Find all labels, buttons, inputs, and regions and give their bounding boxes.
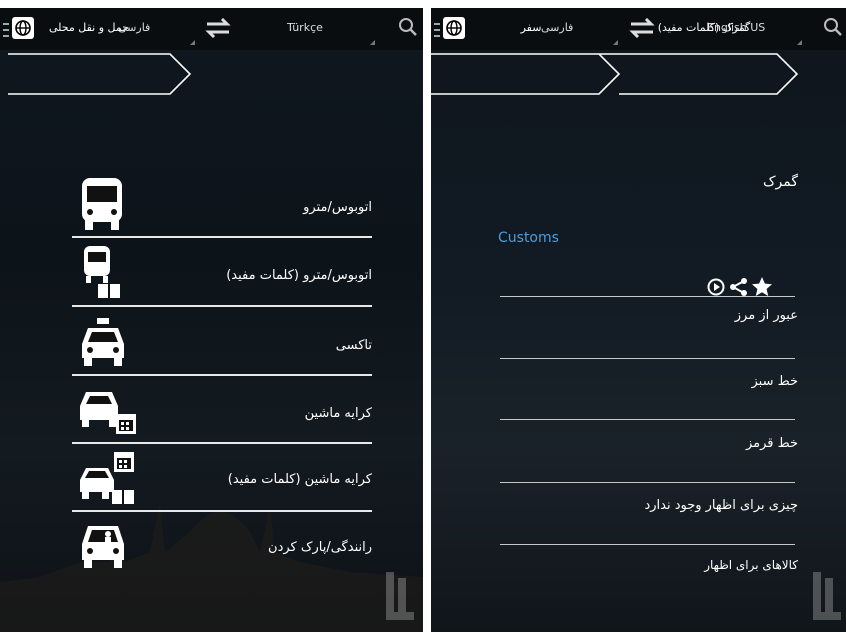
menu-item-label: رانندگی/پارک کردن (268, 540, 372, 555)
bus-icon (82, 178, 122, 230)
bus-book-icon (84, 246, 120, 298)
divider (72, 236, 372, 238)
divider (500, 419, 795, 420)
divider (72, 305, 372, 307)
phrase-actions (703, 276, 793, 298)
menu-item-car-rental[interactable]: کرایه ماشین (72, 378, 372, 442)
watermark-logo (813, 572, 841, 620)
phrase-heading: گمرک (762, 174, 798, 190)
swap-languages-icon[interactable] (203, 18, 233, 38)
play-icon[interactable] (707, 278, 725, 296)
phrase-item[interactable]: عبور از مرز (735, 308, 798, 323)
breadcrumb-item[interactable]: حمل و نقل محلی (14, 21, 164, 34)
breadcrumb[interactable] (431, 52, 801, 96)
divider (72, 374, 372, 376)
phrase-item[interactable]: خط قرمز (746, 436, 798, 451)
menu-item-label: تاکسی (335, 338, 372, 353)
source-language[interactable]: Türkçe (287, 21, 323, 34)
left-screen: فارسی Türkçe حمل و نقل محلی اتوبوس/مترو (0, 8, 423, 632)
watermark-logo (386, 572, 414, 620)
phrase-item[interactable]: چیزی برای اظهار وجود ندارد (644, 498, 798, 513)
divider (500, 482, 795, 483)
breadcrumb[interactable] (8, 52, 192, 96)
target-language-dropdown-icon (190, 40, 195, 45)
source-language-dropdown-icon (370, 40, 375, 45)
search-icon[interactable] (398, 17, 418, 37)
menu-item-bus[interactable]: اتوبوس/مترو (72, 172, 372, 234)
right-screen: فارسی English US سفر گمرک (کلمات مفید) گ… (431, 8, 846, 632)
star-icon[interactable] (751, 276, 773, 298)
screenshot-pair: فارسی Türkçe حمل و نقل محلی اتوبوس/مترو (0, 0, 846, 632)
menu-icon[interactable] (434, 23, 440, 37)
globe-icon[interactable] (443, 17, 465, 39)
target-language-dropdown-icon (613, 40, 618, 45)
translation-text: Customs (498, 230, 559, 246)
menu-item-bus-useful-words[interactable]: اتوبوس/مترو (کلمات مفید) (72, 240, 372, 304)
breadcrumb-item-travel[interactable]: سفر (471, 21, 591, 34)
breadcrumb-item-customs[interactable]: گمرک (کلمات مفید) (629, 21, 779, 34)
divider (500, 544, 795, 545)
menu-item-label: اتوبوس/مترو (303, 200, 372, 215)
divider (72, 510, 372, 512)
divider (500, 296, 795, 297)
search-icon[interactable] (823, 17, 843, 37)
menu-item-label: کرایه ماشین (304, 406, 372, 421)
phrase-item[interactable]: خط سبز (752, 374, 799, 389)
divider (500, 358, 795, 359)
menu-icon[interactable] (3, 23, 9, 37)
menu-item-car-rental-useful-words[interactable]: کرایه ماشین (کلمات مفید) (72, 446, 372, 510)
source-language-dropdown-icon (797, 40, 802, 45)
divider (72, 442, 372, 444)
menu-item-label: کرایه ماشین (کلمات مفید) (227, 472, 372, 487)
share-icon[interactable] (729, 277, 749, 297)
car-calendar-book-icon (80, 452, 134, 504)
taxi-icon (82, 318, 124, 366)
menu-item-label: اتوبوس/مترو (کلمات مفید) (226, 268, 372, 283)
menu-item-taxi[interactable]: تاکسی (72, 310, 372, 374)
car-calendar-icon (80, 392, 136, 434)
car-driver-icon (82, 526, 124, 568)
phrase-item[interactable]: کالاهای برای اظهار (704, 558, 798, 572)
menu-item-driving-parking[interactable]: رانندگی/پارک کردن (72, 514, 372, 578)
